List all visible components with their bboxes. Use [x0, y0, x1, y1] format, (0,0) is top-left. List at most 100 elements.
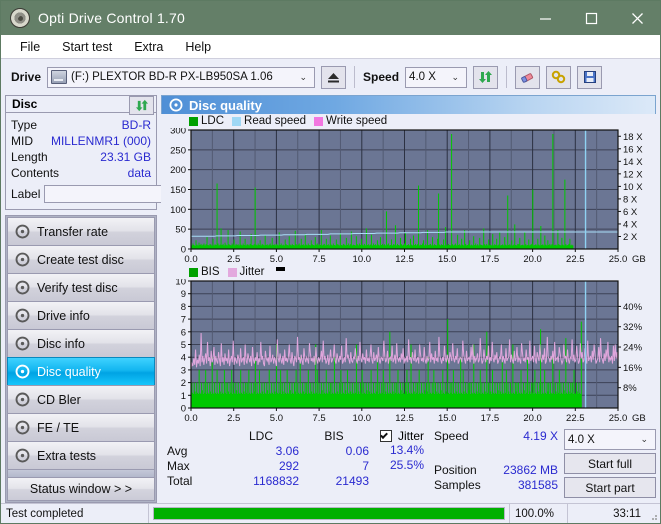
control-speed-label: Speed: [434, 428, 469, 443]
disc-row-mid: MID MILLENMR1 (000): [11, 133, 151, 149]
svg-text:2 X: 2 X: [623, 232, 638, 243]
drive-select[interactable]: (F:) PLEXTOR BD-R PX-LB950SA 1.06 ⌄: [47, 66, 316, 88]
disc-contents-label: Contents: [11, 166, 60, 180]
sidebar-item-disc-info[interactable]: Disc info: [7, 329, 155, 357]
sidebar-label: Verify test disc: [37, 280, 118, 295]
svg-text:5: 5: [181, 340, 186, 351]
disc-icon: [15, 252, 30, 267]
title-bar: Opti Drive Control 1.70: [1, 1, 660, 35]
stats-max-ldc: 292: [278, 458, 299, 473]
stats-row-avg: Avg 3.06 0.06: [167, 443, 369, 458]
legend-label-write-speed: Write speed: [326, 115, 388, 127]
svg-text:12 X: 12 X: [623, 169, 643, 180]
ldc-plot[interactable]: 0 50 100 150 200 250 300 2 X4 X6 X8 X 10 X 12 X 14…: [161, 128, 656, 265]
save-button[interactable]: [577, 65, 603, 89]
erase-button[interactable]: [515, 65, 541, 89]
disc-quality-icon: [169, 98, 183, 112]
speed-select[interactable]: 4.0 X ⌄: [405, 66, 468, 88]
sidebar-label: Transfer rate: [37, 224, 109, 239]
sidebar-item-disc-quality[interactable]: Disc quality: [7, 357, 155, 385]
maximize-button[interactable]: [568, 1, 614, 35]
menu-start-test[interactable]: Start test: [51, 38, 123, 56]
svg-text:8: 8: [181, 302, 186, 313]
legend-swatch-write-speed: [314, 116, 324, 126]
svg-text:250: 250: [170, 145, 186, 156]
toolbar-separator: [354, 66, 356, 88]
progress-percent: 100.0%: [510, 504, 568, 523]
status-bar: Test completed 100.0% 33:11: [1, 503, 660, 523]
control-position-row: Position 23862 MB: [434, 462, 564, 477]
elapsed-time: 33:11: [613, 507, 641, 520]
svg-text:10: 10: [175, 279, 186, 288]
progress-cell: [149, 504, 510, 523]
svg-text:1: 1: [181, 391, 186, 402]
start-part-button[interactable]: Start part: [564, 477, 656, 498]
control-samples-row: Samples 381585: [434, 477, 564, 492]
sidebar-label: Drive info: [37, 308, 90, 323]
main-body: Disc Type BD-R MID MILLENMR1 (000) Lengt…: [1, 95, 660, 503]
svg-text:10 X: 10 X: [623, 182, 643, 193]
eject-button[interactable]: [321, 65, 347, 89]
svg-text:18 X: 18 X: [623, 132, 643, 143]
controls-column: Speed 4.19 X Position 23862 MB Samples 3…: [428, 428, 656, 498]
legend-write-speed: Write speed: [314, 115, 387, 127]
close-button[interactable]: [614, 1, 660, 35]
jitter-checkbox[interactable]: [379, 429, 392, 442]
chevron-down-icon: ⌄: [640, 434, 648, 444]
resize-grip[interactable]: [646, 504, 660, 523]
refresh-button[interactable]: [473, 65, 499, 89]
menu-extra[interactable]: Extra: [123, 38, 174, 56]
start-full-button[interactable]: Start full: [564, 453, 656, 474]
sidebar-item-extra-tests[interactable]: Extra tests: [7, 441, 155, 469]
stats-total-bis: 21493: [335, 473, 369, 488]
test-speed-select[interactable]: 4.0 X ⌄: [564, 429, 656, 450]
bis-plot[interactable]: 0 1 2 3 4 5 6 7 8 9 10 8% 16% 24% 32% 40% 0.0 2.5 5.0 7.5 10…: [161, 279, 656, 424]
minimize-button[interactable]: [522, 1, 568, 35]
sidebar-nav: Transfer rate Create test disc Verify te…: [5, 215, 157, 503]
disc-length-label: Length: [11, 150, 48, 164]
disc-label-label: Label: [11, 187, 41, 201]
disc-quality-header: Disc quality: [161, 95, 656, 114]
progress-bar: [153, 507, 505, 520]
disc-quality-title: Disc quality: [189, 97, 262, 113]
stats-row-max: Max 292 7: [167, 458, 369, 473]
disc-panel-header: Disc: [5, 95, 157, 115]
menu-help[interactable]: Help: [174, 38, 222, 56]
menu-file[interactable]: File: [9, 38, 51, 56]
sidebar-item-transfer-rate[interactable]: Transfer rate: [7, 217, 155, 245]
svg-text:6 X: 6 X: [623, 207, 638, 218]
svg-text:25.0: 25.0: [609, 254, 628, 265]
svg-text:5.0: 5.0: [270, 254, 283, 265]
sidebar-item-fe-te[interactable]: FE / TE: [7, 413, 155, 441]
svg-text:150: 150: [170, 185, 186, 196]
control-position-value: 23862 MB: [503, 462, 558, 477]
disc-icon: [15, 308, 30, 323]
speed-label: Speed: [363, 70, 400, 84]
sidebar-item-create-test-disc[interactable]: Create test disc: [7, 245, 155, 273]
legend-label-bis: BIS: [201, 266, 220, 278]
status-window-button[interactable]: Status window > >: [7, 477, 155, 501]
sidebar-item-drive-info[interactable]: Drive info: [7, 301, 155, 329]
control-speed-row: Speed 4.19 X: [434, 428, 564, 443]
disc-length-value: 23.31 GB: [100, 150, 151, 164]
disc-refresh-button[interactable]: [129, 96, 154, 115]
stats-total-ldc: 1168832: [253, 473, 299, 488]
disc-row-type: Type BD-R: [11, 117, 151, 133]
test-speed-value: 4.0 X: [568, 433, 595, 446]
sidebar-item-cd-bler[interactable]: CD Bler: [7, 385, 155, 413]
stats-col-bis: BIS: [324, 428, 344, 443]
svg-text:16%: 16%: [623, 363, 643, 374]
disc-icon: [15, 224, 30, 239]
legend-bis: BIS: [189, 266, 220, 278]
disc-panel-title: Disc: [12, 97, 38, 111]
svg-text:25.0: 25.0: [609, 413, 628, 424]
svg-text:9: 9: [181, 289, 186, 300]
tools-button[interactable]: [546, 65, 572, 89]
svg-text:7.5: 7.5: [312, 254, 325, 265]
sidebar-item-verify-test-disc[interactable]: Verify test disc: [7, 273, 155, 301]
selection-marker-icon: [276, 267, 286, 271]
stats-col-ldc: LDC: [248, 428, 273, 443]
stats-avg-bis: 0.06: [345, 443, 369, 458]
svg-text:20.0: 20.0: [523, 254, 542, 265]
svg-text:4 X: 4 X: [623, 219, 638, 230]
